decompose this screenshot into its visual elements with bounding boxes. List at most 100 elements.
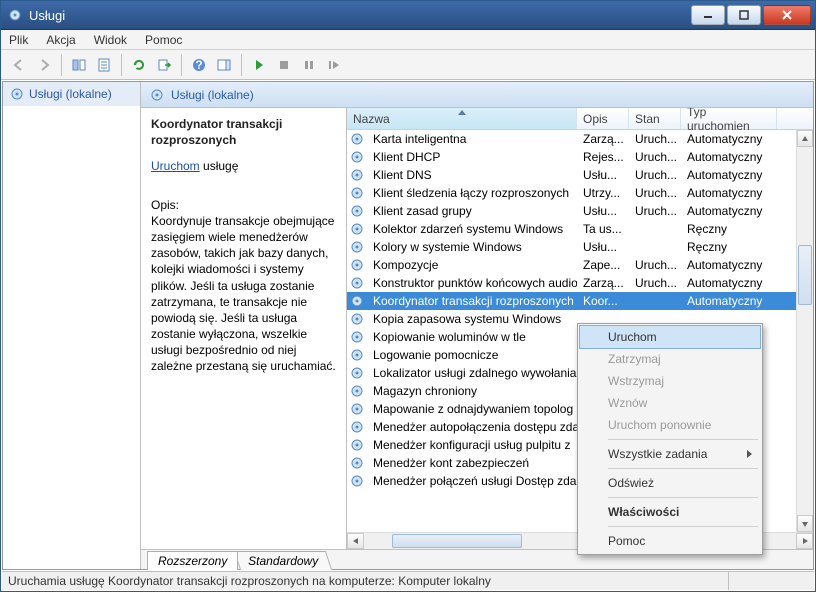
properties-button[interactable] [92,53,116,77]
service-row[interactable]: Klient śledzenia łączy rozproszonychUtrz… [347,184,813,202]
service-state: Uruch... [629,204,681,218]
description-body: Koordynuje transakcje obejmujące zasięgi… [151,213,336,375]
ctx-help[interactable]: Pomoc [580,530,760,552]
service-name: Menedżer kont zabezpieczeń [367,456,577,470]
nav-pane: Usługi (lokalne) [3,82,141,569]
service-startup: Automatyczny [681,150,777,164]
column-state[interactable]: Stan [629,108,681,129]
service-desc: Usłu... [577,240,629,254]
service-name: Klient śledzenia łączy rozproszonych [367,186,577,200]
service-title: Koordynator transakcji rozproszonych [151,116,336,148]
gear-icon [347,221,367,237]
pause-service-button[interactable] [297,53,321,77]
window-buttons [689,5,811,25]
service-startup: Automatyczny [681,276,777,290]
service-desc: Zape... [577,258,629,272]
show-hide-tree-button[interactable] [67,53,91,77]
menu-action[interactable]: Akcja [44,32,77,48]
gear-icon [347,149,367,165]
main-title-bar: Usługi (lokalne) [141,82,813,108]
service-state: Uruch... [629,258,681,272]
tab-standard[interactable]: Standardowy [234,551,332,570]
ctx-pause[interactable]: Wstrzymaj [580,370,760,392]
start-service-link[interactable]: Uruchom [151,159,200,173]
scroll-thumb[interactable] [798,245,812,305]
service-name: Kopia zapasowa systemu Windows [367,312,577,326]
scroll-left-button[interactable] [347,533,364,549]
export-button[interactable] [152,53,176,77]
gear-icon [347,257,367,273]
menu-file[interactable]: Plik [7,32,30,48]
status-text: Uruchamia usługę Koordynator transakcji … [8,574,491,588]
service-row[interactable]: Klient zasad grupyUsłu...Uruch...Automat… [347,202,813,220]
gear-icon [347,185,367,201]
details-pane: Koordynator transakcji rozproszonych Uru… [141,108,346,549]
service-row[interactable]: Kolory w systemie WindowsUsłu...Ręczny [347,238,813,256]
scroll-right-button[interactable] [796,533,813,549]
ctx-all-tasks[interactable]: Wszystkie zadania [580,443,760,465]
refresh-button[interactable] [127,53,151,77]
titlebar[interactable]: Usługi [1,1,815,30]
service-row[interactable]: Klient DHCPRejes...Uruch...Automatyczny [347,148,813,166]
service-startup: Automatyczny [681,186,777,200]
start-service-button[interactable] [247,53,271,77]
stop-service-button[interactable] [272,53,296,77]
service-name: Menedżer autopołączenia dostępu zda [367,420,577,434]
column-desc[interactable]: Opis [577,108,629,129]
window-title: Usługi [29,8,689,23]
scroll-track[interactable] [797,147,813,515]
ctx-restart[interactable]: Uruchom ponownie [580,414,760,436]
statusbar: Uruchamia usługę Koordynator transakcji … [2,571,814,590]
help-button[interactable]: ? [187,53,211,77]
service-row[interactable]: Koordynator transakcji rozproszonychKoor… [347,292,813,310]
ctx-stop[interactable]: Zatrzymaj [580,348,760,370]
back-button[interactable] [7,53,31,77]
nav-item-local-services[interactable]: Usługi (lokalne) [3,82,140,106]
gear-icon [347,419,367,435]
maximize-button[interactable] [727,5,761,25]
service-desc: Koor... [577,294,629,308]
scroll-thumb[interactable] [392,534,522,548]
scroll-down-button[interactable] [797,515,813,532]
service-startup: Automatyczny [681,258,777,272]
service-name: Kolory w systemie Windows [367,240,577,254]
column-headers: Nazwa Opis Stan Typ uruchomien [347,108,813,130]
scroll-up-button[interactable] [797,130,813,147]
service-startup: Ręczny [681,222,777,236]
nav-item-label: Usługi (lokalne) [29,87,112,101]
menu-view[interactable]: Widok [92,32,129,48]
service-desc: Zarzą... [577,276,629,290]
service-name: Lokalizator usługi zdalnego wywołania [367,366,577,380]
close-button[interactable] [763,5,811,25]
service-row[interactable]: Kolektor zdarzeń systemu WindowsTa us...… [347,220,813,238]
restart-service-button[interactable] [322,53,346,77]
ctx-resume[interactable]: Wznów [580,392,760,414]
service-startup: Automatyczny [681,168,777,182]
tab-extended[interactable]: Rozszerzony [147,551,238,570]
service-state: Uruch... [629,168,681,182]
service-name: Kompozycje [367,258,577,272]
gear-icon [347,275,367,291]
service-name: Klient DNS [367,168,577,182]
toolbar: ? [1,50,815,80]
column-startup[interactable]: Typ uruchomien [681,108,777,129]
ctx-refresh[interactable]: Odśwież [580,472,760,494]
service-row[interactable]: Klient DNSUsłu...Uruch...Automatyczny [347,166,813,184]
service-state: Uruch... [629,132,681,146]
vertical-scrollbar[interactable] [796,130,813,532]
service-startup: Automatyczny [681,204,777,218]
menu-help[interactable]: Pomoc [143,32,184,48]
service-row[interactable]: Karta inteligentnaZarzą...Uruch...Automa… [347,130,813,148]
ctx-start[interactable]: Uruchom [580,326,760,348]
action-pane-button[interactable] [212,53,236,77]
service-row[interactable]: Konstruktor punktów końcowych audio s...… [347,274,813,292]
column-name[interactable]: Nazwa [347,108,577,129]
start-service-line: Uruchom usługę [151,158,336,174]
gear-icon [347,347,367,363]
forward-button[interactable] [32,53,56,77]
service-row[interactable]: KompozycjeZape...Uruch...Automatyczny [347,256,813,274]
service-name: Menedżer połączeń usługi Dostęp zda [367,474,577,488]
ctx-properties[interactable]: Właściwości [580,501,760,523]
service-desc: Zarzą... [577,132,629,146]
minimize-button[interactable] [691,5,725,25]
